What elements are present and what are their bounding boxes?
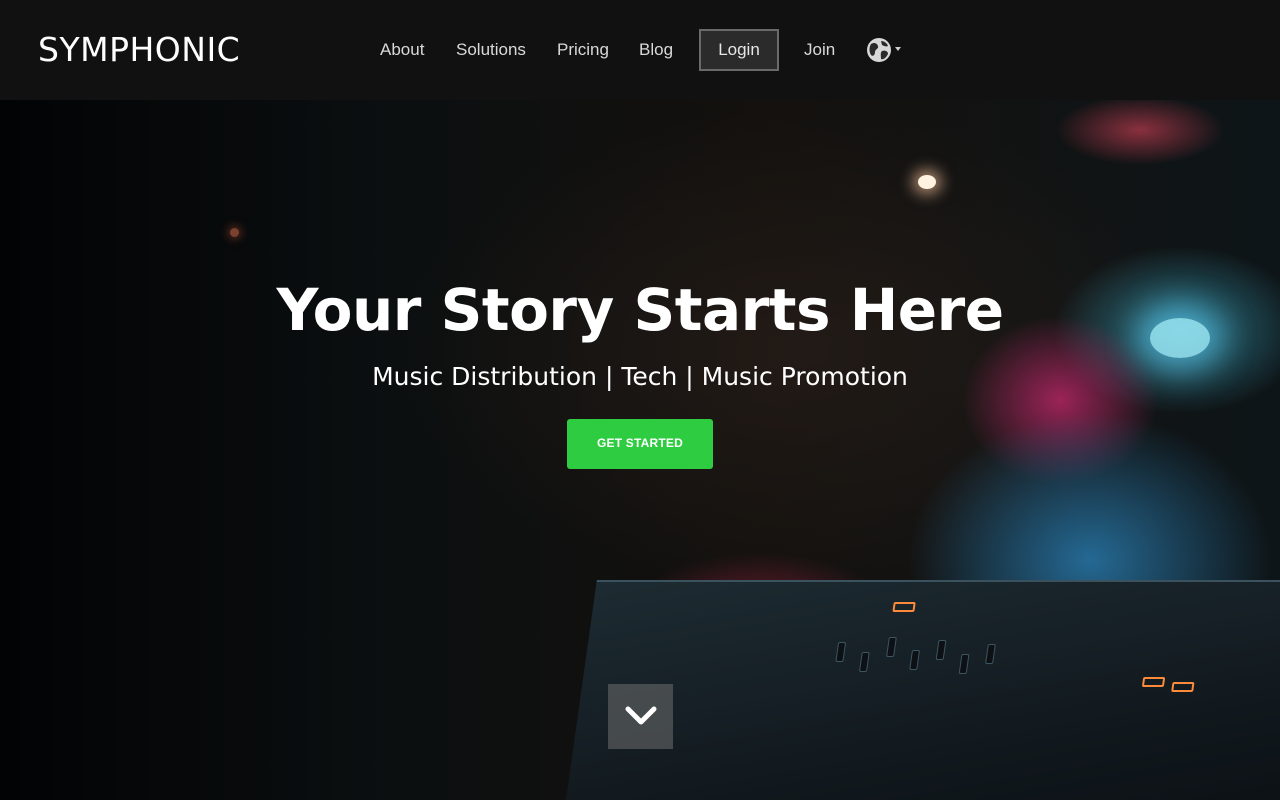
controller-knob — [886, 637, 897, 657]
controller-knob — [935, 640, 947, 660]
stage-light — [918, 175, 936, 189]
nav-pricing-link[interactable]: Pricing — [557, 29, 609, 71]
symphonic-logo[interactable]: SYMPHONIC — [38, 33, 240, 67]
nav-about-link[interactable]: About — [380, 29, 424, 71]
nav-join-link[interactable]: Join — [804, 29, 835, 71]
controller-knob — [909, 650, 921, 670]
hero-subtitle: Music Distribution | Tech | Music Promot… — [372, 362, 908, 391]
language-selector[interactable] — [866, 37, 902, 63]
controller-knob — [835, 642, 847, 662]
controller-pad — [1141, 677, 1166, 687]
hero-section: Your Story Starts Here Music Distributio… — [0, 100, 1280, 800]
nav-blog-link[interactable]: Blog — [639, 29, 673, 71]
nav-solutions-link[interactable]: Solutions — [456, 29, 526, 71]
scroll-down-button[interactable] — [608, 684, 673, 749]
globe-icon — [867, 38, 891, 62]
caret-down-icon — [895, 47, 901, 51]
chevron-down-icon — [625, 706, 657, 725]
controller-pad — [892, 602, 916, 612]
controller-pad — [1171, 682, 1195, 692]
login-button[interactable]: Login — [699, 29, 779, 71]
controller-knob — [858, 652, 870, 672]
site-header: SYMPHONIC About Solutions Pricing Blog L… — [0, 0, 1280, 100]
stage-light — [230, 228, 239, 237]
get-started-button[interactable]: GET STARTED — [567, 419, 713, 469]
controller-knob — [985, 644, 996, 664]
hero-title: Your Story Starts Here — [276, 276, 1004, 344]
controller-knob — [958, 654, 970, 674]
